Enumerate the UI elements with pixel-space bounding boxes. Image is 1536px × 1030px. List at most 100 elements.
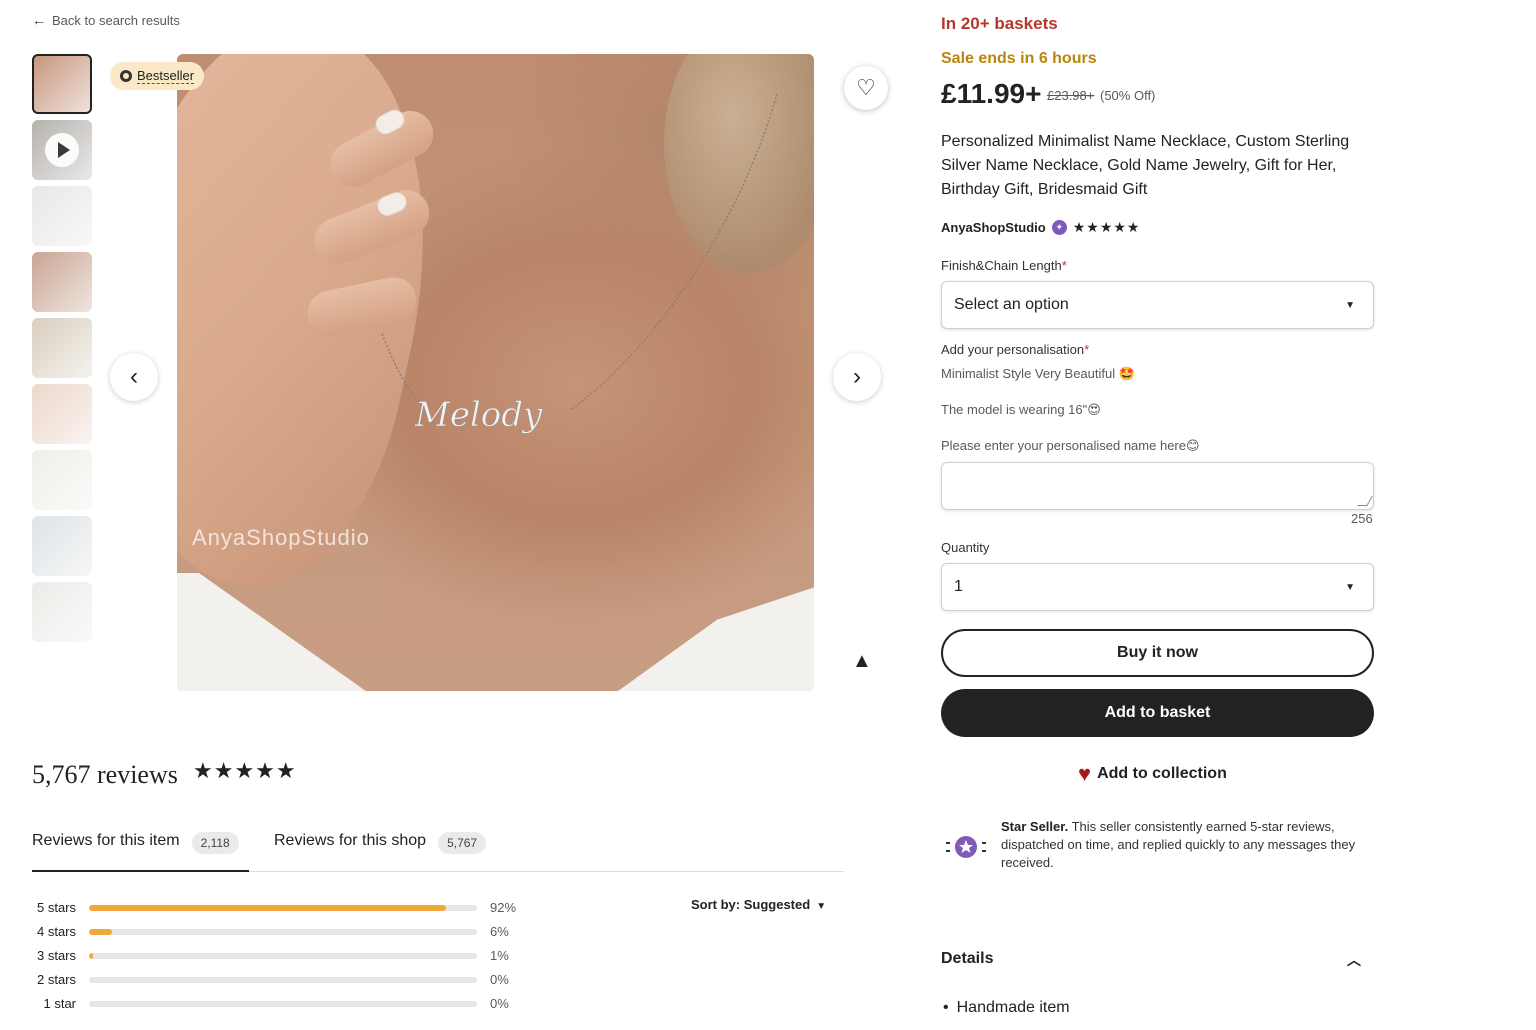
- back-link-label: Back to search results: [52, 12, 180, 28]
- tab-label: Reviews for this shop: [274, 832, 427, 849]
- necklace-name-text: Melody: [414, 395, 543, 435]
- dropdown-arrow-icon: ▼: [1345, 299, 1355, 311]
- star-seller-badge-icon: ✦: [1051, 220, 1067, 235]
- rating-bar: [89, 905, 477, 911]
- caret-down-icon: ▼: [816, 901, 827, 912]
- rating-bar-fill: [89, 905, 446, 911]
- tab-count-badge: 5,767: [438, 832, 487, 854]
- rating-bar: [89, 929, 477, 935]
- thumbnail-image[interactable]: [32, 186, 92, 246]
- play-icon: [45, 133, 79, 167]
- personalisation-input[interactable]: [941, 462, 1374, 510]
- thumbnail-image[interactable]: [32, 516, 92, 576]
- thumbnail-list: [32, 54, 92, 648]
- rating-bar: [89, 1001, 477, 1007]
- rating-percent: 0%: [490, 972, 509, 987]
- chevron-right-icon: ›: [853, 363, 861, 390]
- in-baskets-notice: In 20+ baskets: [941, 14, 1058, 33]
- add-to-collection-button[interactable]: ♥ Add to collection: [1078, 763, 1227, 785]
- finish-chain-label: Finish&Chain Length*: [941, 258, 1067, 273]
- rating-percent: 92%: [490, 900, 517, 915]
- tab-label: Reviews for this item: [32, 832, 180, 849]
- tab-reviews-shop[interactable]: Reviews for this shop 5,767: [274, 832, 487, 872]
- previous-image-button[interactable]: ‹: [110, 353, 158, 401]
- quantity-value: 1: [954, 578, 963, 595]
- main-product-image: Melody: [177, 54, 814, 691]
- chevron-up-icon: ︿: [1347, 952, 1361, 968]
- rating-percent: 0%: [490, 996, 509, 1011]
- discount-label: (50% Off): [1100, 88, 1156, 103]
- details-heading: Details: [941, 950, 994, 967]
- shop-name-link[interactable]: AnyaShopStudio: [941, 220, 1046, 235]
- product-title: Personalized Minimalist Name Necklace, C…: [941, 133, 1350, 198]
- finish-chain-select[interactable]: Select an option ▼: [941, 281, 1374, 329]
- buy-it-now-button[interactable]: Buy it now: [941, 629, 1374, 677]
- shop-star-rating: ★★★★★: [1072, 219, 1141, 235]
- rating-bar: [89, 977, 477, 983]
- thumbnail-image[interactable]: [32, 582, 92, 642]
- reviews-star-rating: ★★★★★: [193, 758, 297, 783]
- favorite-heart-button[interactable]: ♡: [844, 66, 888, 110]
- heart-filled-icon: ♥: [1078, 761, 1092, 786]
- rating-bar-fill: [89, 953, 93, 959]
- rating-label: 2 stars: [36, 972, 76, 987]
- details-accordion-header[interactable]: Details ︿: [941, 950, 1371, 974]
- star-seller-title: Star Seller.: [1001, 819, 1069, 834]
- quantity-select[interactable]: 1 ▼: [941, 563, 1374, 611]
- rating-bar: [89, 953, 477, 959]
- bestseller-badge: Bestseller: [110, 62, 205, 90]
- thumbnail-video[interactable]: [32, 120, 92, 180]
- char-limit-counter: 256: [1351, 511, 1373, 526]
- thumbnail-image[interactable]: [32, 318, 92, 378]
- sort-dropdown[interactable]: Sort by: Suggested ▼: [691, 897, 826, 912]
- rating-percent: 6%: [490, 924, 509, 939]
- rating-row[interactable]: 5 stars 92%: [32, 898, 532, 922]
- rating-row[interactable]: 2 stars 0%: [32, 970, 532, 994]
- rating-row[interactable]: 1 star 0%: [32, 994, 532, 1018]
- bestseller-label: Bestseller: [137, 68, 195, 84]
- thumbnail-image[interactable]: [32, 252, 92, 312]
- reviews-tabs: Reviews for this item 2,118 Reviews for …: [32, 832, 844, 872]
- arrow-left-icon: ←: [32, 12, 46, 28]
- report-flag-icon[interactable]: ▲: [852, 650, 872, 673]
- sale-ends-notice: Sale ends in 6 hours: [941, 50, 1097, 67]
- necklace-chain: Melody: [381, 93, 778, 435]
- rating-percent: 1%: [490, 948, 509, 963]
- next-image-button[interactable]: ›: [833, 353, 881, 401]
- rating-row[interactable]: 3 stars 1%: [32, 946, 532, 970]
- medal-icon: [120, 70, 132, 82]
- rating-breakdown: 5 stars 92% 4 stars 6% 3 stars 1% 2 stars 0% 1 s…: [32, 898, 532, 1018]
- rating-label: 5 stars: [36, 900, 76, 915]
- rating-label: 1 star: [43, 996, 76, 1011]
- bullet-icon: •: [943, 999, 949, 1016]
- rating-label: 3 stars: [36, 948, 76, 963]
- add-to-basket-button[interactable]: Add to basket: [941, 689, 1374, 737]
- dropdown-arrow-icon: ▼: [1345, 581, 1355, 593]
- quantity-label: Quantity: [941, 540, 990, 555]
- shop-info: AnyaShopStudio ✦ ★★★★★: [941, 219, 1140, 236]
- rating-label: 4 stars: [36, 924, 76, 939]
- star-seller-description: Star Seller. This seller consistently ea…: [1001, 818, 1371, 872]
- personalisation-hint: Please enter your personalised name here…: [941, 438, 1200, 453]
- details-list-item: • Handmade item: [943, 999, 1070, 1017]
- thumbnail-image[interactable]: [32, 384, 92, 444]
- price: £11.99+: [941, 78, 1042, 109]
- rating-row[interactable]: 4 stars 6%: [32, 922, 532, 946]
- add-to-collection-label: Add to collection: [1097, 765, 1227, 782]
- chevron-left-icon: ‹: [130, 363, 138, 390]
- image-watermark: AnyaShopStudio: [192, 525, 370, 550]
- reviews-count-heading: 5,767 reviews: [32, 760, 178, 789]
- tab-reviews-item[interactable]: Reviews for this item 2,118: [32, 832, 249, 872]
- detail-item-text: Handmade item: [956, 999, 1070, 1016]
- back-to-search-link[interactable]: ← Back to search results: [32, 12, 180, 28]
- personalisation-hint: Minimalist Style Very Beautiful 🤩: [941, 366, 1135, 381]
- personalisation-label: Add your personalisation*: [941, 342, 1090, 357]
- heart-outline-icon: ♡: [856, 75, 876, 100]
- thumbnail-image[interactable]: [32, 450, 92, 510]
- personalisation-hint: The model is wearing 16"😍: [941, 402, 1101, 417]
- finish-select-value: Select an option: [954, 296, 1069, 313]
- tab-count-badge: 2,118: [191, 832, 239, 854]
- star-seller-icon: [946, 836, 986, 858]
- thumbnail-image[interactable]: [32, 54, 92, 114]
- original-price: £23.98+: [1047, 88, 1095, 103]
